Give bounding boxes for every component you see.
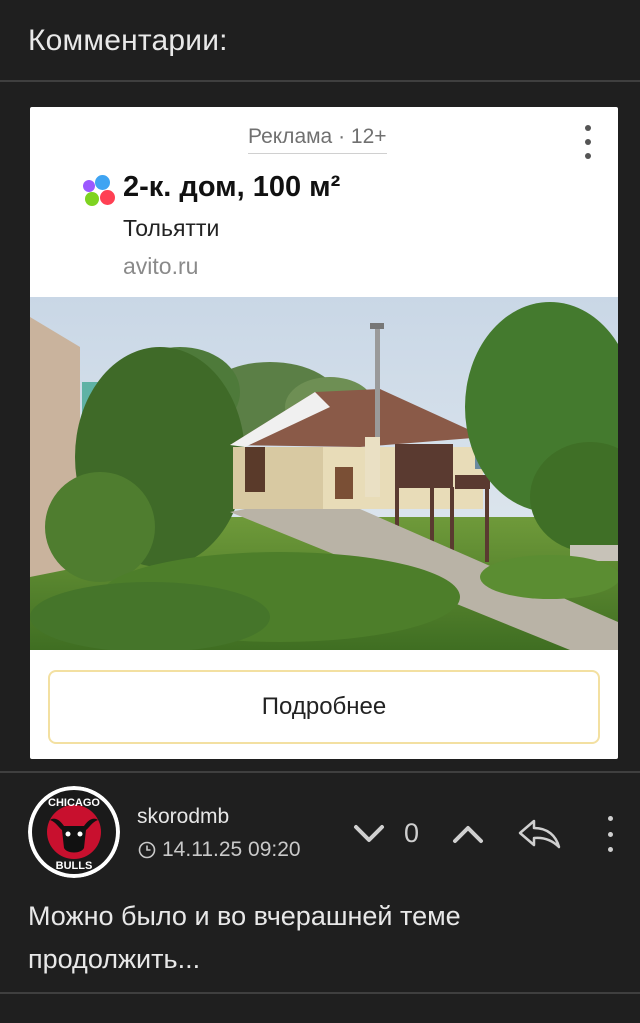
ad-menu-icon[interactable] — [578, 125, 598, 159]
comment-menu-icon[interactable] — [600, 816, 620, 852]
reply-icon — [518, 819, 561, 849]
avatar[interactable]: CHICAGO BULLS — [28, 786, 120, 878]
comment-username[interactable]: skorodmb — [137, 805, 229, 829]
ad-title[interactable]: 2-к. дом, 100 м² — [123, 171, 340, 204]
comment-datetime: 14.11.25 09:20 — [162, 838, 301, 861]
divider — [0, 80, 640, 82]
ad-details-button[interactable]: Подробнее — [48, 670, 600, 744]
ad-card[interactable]: Реклама · 12+ 2-к. дом, 100 м² Тольятти … — [30, 107, 618, 759]
divider — [0, 771, 640, 773]
avatar-text-bottom: BULLS — [56, 860, 93, 872]
vote-count: 0 — [404, 818, 420, 848]
chevron-down-icon — [354, 825, 384, 842]
house-photo[interactable] — [30, 297, 618, 650]
downvote-button[interactable] — [352, 819, 386, 849]
ad-city: Тольятти — [123, 215, 220, 241]
divider — [0, 992, 640, 994]
avito-logo-icon — [83, 175, 115, 207]
chevron-up-icon — [453, 826, 483, 843]
reply-button[interactable] — [515, 814, 563, 854]
clock-icon — [138, 841, 156, 859]
ad-label: Реклама · 12+ — [248, 125, 387, 154]
comments-heading: Комментарии: — [28, 24, 228, 57]
comment-timestamp: 14.11.25 09:20 — [138, 838, 301, 862]
avatar-text-top: CHICAGO — [48, 797, 100, 809]
comment-text: Можно было и во вчерашней теме продолжит… — [28, 901, 461, 974]
ad-domain[interactable]: avito.ru — [123, 253, 198, 280]
upvote-button[interactable] — [450, 819, 486, 849]
